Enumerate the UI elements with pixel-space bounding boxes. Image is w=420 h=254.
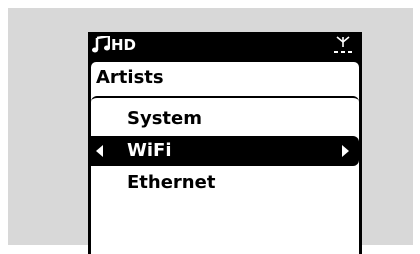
device-screen: HD Artists System WiFi Ethernet [88, 32, 362, 254]
menu-item-label: Ethernet [127, 172, 216, 193]
menu-item-wifi[interactable]: WiFi [91, 136, 359, 166]
source-label: HD [111, 36, 137, 54]
antenna-signal-icon [334, 36, 352, 53]
folder-title: Artists [96, 67, 164, 88]
right-arrow-icon [342, 145, 349, 157]
menu-item-system[interactable]: System [91, 104, 359, 134]
left-arrow-icon [96, 145, 103, 157]
menu-content: Artists System WiFi Ethernet [91, 62, 359, 254]
music-note-icon [92, 36, 110, 53]
menu-item-ethernet[interactable]: Ethernet [91, 168, 359, 198]
menu-item-label: WiFi [127, 140, 172, 161]
folder-divider [91, 96, 359, 102]
menu-item-label: System [127, 108, 202, 129]
status-bar: HD [88, 32, 362, 58]
